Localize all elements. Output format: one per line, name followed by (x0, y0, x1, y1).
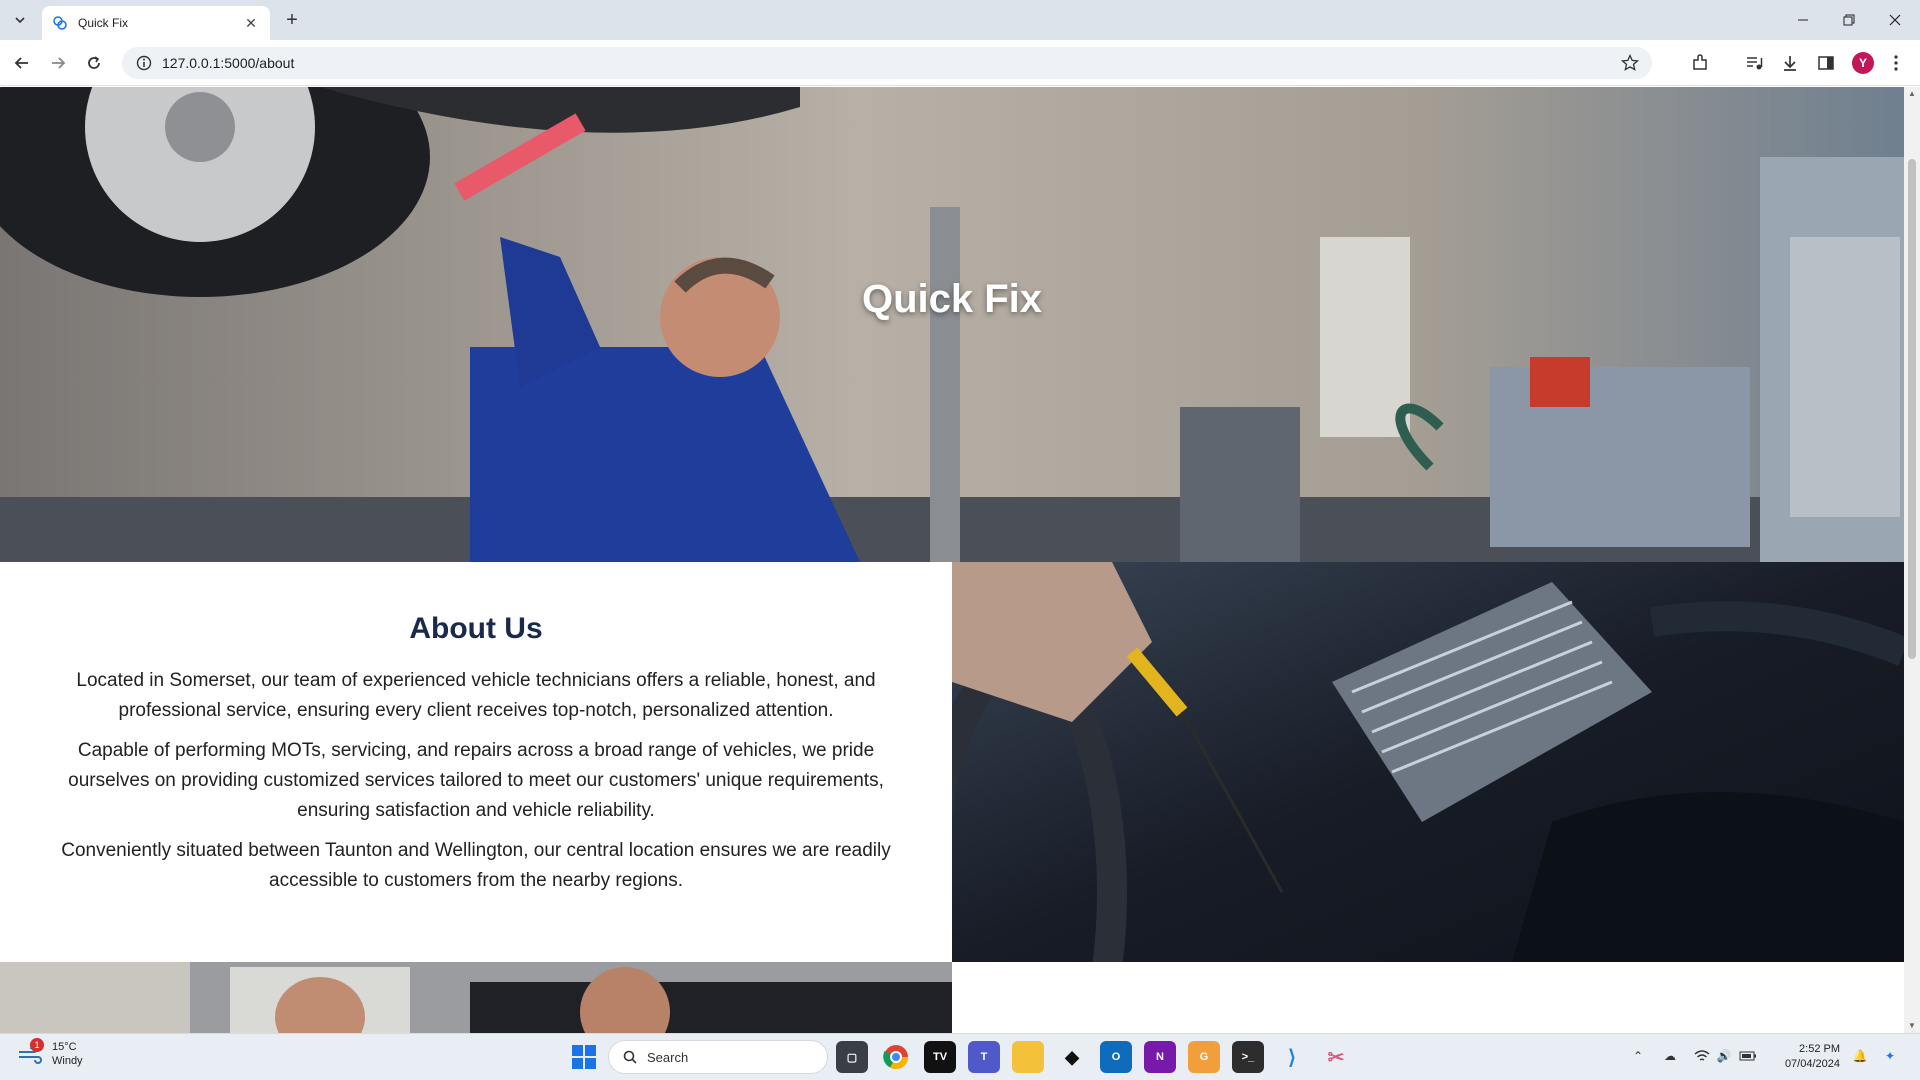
close-window-button[interactable] (1872, 0, 1918, 40)
arrow-left-icon (14, 57, 28, 69)
windows-logo-icon (572, 1045, 596, 1069)
minimize-icon (1798, 19, 1808, 21)
restore-icon (1843, 14, 1855, 26)
scroll-down-icon[interactable]: ▼ (1907, 1021, 1917, 1031)
system-clock[interactable]: 2:52 PM 07/04/2024 (1770, 1042, 1840, 1072)
volume-icon[interactable]: 🔊 (1714, 1046, 1734, 1066)
hero-title: Quick Fix (861, 277, 1043, 321)
copilot-icon[interactable]: ✦ (1880, 1046, 1900, 1066)
wifi-icon[interactable] (1692, 1046, 1712, 1066)
search-placeholder: Search (647, 1049, 689, 1065)
browser-tab-strip: Quick Fix ✕ + (0, 0, 1920, 40)
extensions-icon[interactable] (1688, 51, 1712, 75)
notifications-icon[interactable]: 🔔 (1850, 1046, 1870, 1066)
tab-title: Quick Fix (78, 16, 129, 30)
outlook-icon[interactable]: O (1100, 1041, 1132, 1073)
forward-button[interactable] (44, 49, 72, 77)
chevron-down-icon (15, 17, 25, 24)
tab-search-button[interactable] (8, 8, 32, 32)
about-paragraph-services: Capable of performing MOTs, servicing, a… (68, 740, 884, 821)
alienware-icon[interactable]: ◆ (1056, 1041, 1088, 1073)
vscode-icon[interactable]: ⟩ (1276, 1041, 1308, 1073)
mechanic-under-car-photo (0, 87, 1904, 562)
side-panel-icon[interactable] (1814, 51, 1838, 75)
weather-wind-icon: 1 (16, 1038, 44, 1068)
hero-banner: Quick Fix (0, 87, 1904, 562)
close-icon (1889, 14, 1901, 26)
task-view-icon[interactable]: ▢ (836, 1041, 868, 1073)
browser-toolbar: 127.0.0.1:5000/about Y (0, 40, 1920, 86)
onenote-icon[interactable]: N (1144, 1041, 1176, 1073)
address-bar[interactable]: 127.0.0.1:5000/about (122, 47, 1652, 79)
folder-icon[interactable] (1012, 1041, 1044, 1073)
windows-taskbar: 1 15°C Windy Search ▢ TV T ◆ O N G >_ ⟩ … (0, 1033, 1920, 1080)
tv-app-icon[interactable]: TV (924, 1041, 956, 1073)
start-button[interactable] (570, 1043, 598, 1071)
teams-icon[interactable]: T (968, 1041, 1000, 1073)
team-photo (0, 962, 952, 1033)
reload-icon (88, 56, 100, 69)
weather-description: Windy (52, 1055, 83, 1067)
quickfix-logo-icon (52, 15, 68, 31)
clock-time: 2:52 PM (1799, 1043, 1840, 1055)
chevron-up-icon[interactable]: ⌃ (1628, 1046, 1648, 1066)
scrollbar-thumb[interactable] (1908, 159, 1916, 659)
engine-photo (952, 562, 1904, 962)
reload-button[interactable] (80, 49, 108, 77)
arrow-right-icon (52, 57, 66, 69)
clock-date: 07/04/2024 (1784, 1058, 1840, 1070)
downloads-icon[interactable] (1778, 51, 1802, 75)
battery-icon[interactable] (1738, 1046, 1758, 1066)
minimize-button[interactable] (1780, 0, 1826, 40)
info-icon[interactable] (136, 55, 152, 71)
about-heading: About Us (409, 612, 543, 645)
media-control-icon[interactable] (1742, 51, 1766, 75)
new-tab-button[interactable]: + (280, 8, 304, 32)
search-icon (623, 1050, 637, 1064)
snipping-tool-icon[interactable]: ✂ (1320, 1041, 1352, 1073)
weather-alert-badge: 1 (30, 1038, 44, 1052)
page-scrollbar[interactable]: ▲ ▼ (1904, 87, 1920, 1033)
chrome-icon[interactable] (880, 1041, 912, 1073)
close-tab-icon[interactable]: ✕ (242, 14, 260, 32)
back-button[interactable] (8, 49, 36, 77)
weather-temperature: 15°C (52, 1041, 77, 1053)
team-mechanics-photo (0, 962, 952, 1033)
restore-button[interactable] (1826, 0, 1872, 40)
browser-tab-active[interactable]: Quick Fix ✕ (42, 6, 270, 40)
scroll-up-icon[interactable]: ▲ (1907, 89, 1917, 99)
weather-text: 15°C Windy (52, 1040, 83, 1068)
weather-widget[interactable]: 1 15°C Windy (16, 1038, 83, 1068)
terminal-icon[interactable]: >_ (1232, 1041, 1264, 1073)
about-paragraph-area: Conveniently situated between Taunton an… (61, 840, 891, 891)
taskbar-search[interactable]: Search (608, 1040, 828, 1074)
bookmark-star-icon[interactable] (1620, 53, 1640, 73)
about-paragraph-location: Located in Somerset, our team of experie… (76, 670, 876, 721)
profile-avatar[interactable]: Y (1852, 52, 1874, 74)
preview-app-icon[interactable]: G (1188, 1041, 1220, 1073)
onedrive-cloud-icon[interactable]: ☁ (1660, 1046, 1680, 1066)
engine-dipstick-photo (952, 562, 1904, 962)
url-text: 127.0.0.1:5000/about (162, 55, 295, 71)
kebab-menu-icon[interactable] (1884, 51, 1908, 75)
page-viewport: Quick Fix About Us Located in Somerset, … (0, 87, 1904, 1033)
about-section: About Us Located in Somerset, our team o… (0, 562, 952, 962)
